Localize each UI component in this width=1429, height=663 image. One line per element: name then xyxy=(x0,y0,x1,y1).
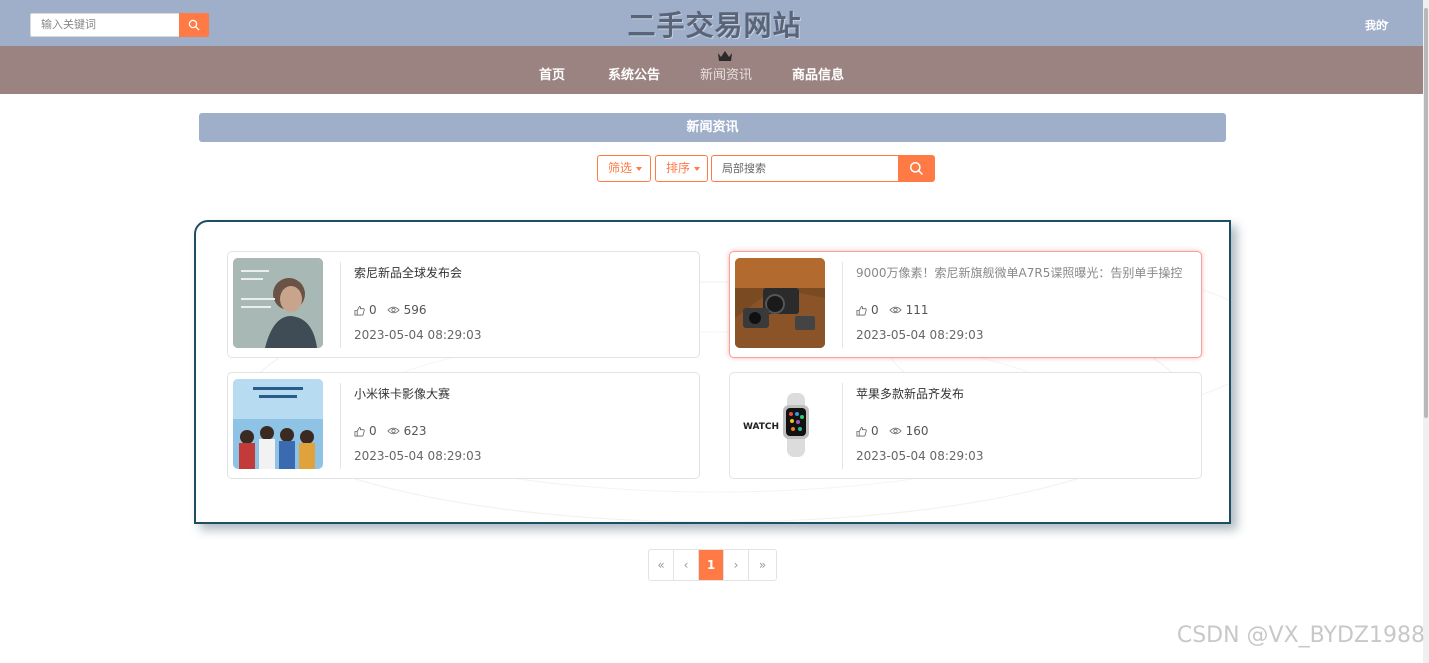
nav-item-home[interactable]: 首页 xyxy=(539,64,565,83)
scrollbar-thumb[interactable] xyxy=(1424,8,1428,418)
view-count: 111 xyxy=(905,303,929,317)
sort-dropdown[interactable]: 排序 xyxy=(655,155,708,182)
like-count: 0 xyxy=(871,303,879,317)
pagination: « ‹ 1 › » xyxy=(648,549,777,581)
nav-item-news[interactable]: 新闻资讯 xyxy=(700,64,752,83)
eye-icon xyxy=(386,426,400,436)
local-search-input[interactable]: 局部搜索 xyxy=(711,155,899,182)
thumbs-up-icon xyxy=(856,305,867,316)
news-thumbnail: WATCH xyxy=(735,379,825,469)
news-stats: 0 160 xyxy=(856,424,939,438)
filter-dropdown[interactable]: 筛选 xyxy=(597,155,651,182)
eye-icon xyxy=(386,305,400,315)
view-count: 160 xyxy=(905,424,929,438)
news-date: 2023-05-04 08:29:03 xyxy=(856,328,984,342)
news-stats: 0 596 xyxy=(354,303,437,317)
eye-icon xyxy=(888,305,902,315)
news-thumbnail xyxy=(233,258,323,348)
thumbs-up-icon xyxy=(856,426,867,437)
search-icon xyxy=(909,161,924,176)
user-menu[interactable]: 我的 xyxy=(1365,17,1387,33)
news-card[interactable]: 索尼新品全球发布会 0 596 2023-05-04 08:29:03 xyxy=(227,251,700,358)
like-count: 0 xyxy=(871,424,879,438)
card-divider xyxy=(340,262,341,348)
main-nav: 首页 系统公告 新闻资讯 商品信息 xyxy=(0,46,1429,94)
site-title: 二手交易网站 xyxy=(627,9,802,42)
eye-icon xyxy=(888,426,902,436)
current-page-button[interactable]: 1 xyxy=(699,550,724,580)
page-scrollbar[interactable] xyxy=(1423,0,1429,663)
news-title[interactable]: 苹果多款新品齐发布 xyxy=(856,385,964,402)
news-title[interactable]: 小米徕卡影像大赛 xyxy=(354,385,450,402)
first-page-button[interactable]: « xyxy=(649,550,674,580)
news-stats: 0 623 xyxy=(354,424,437,438)
like-count: 0 xyxy=(369,424,377,438)
news-card[interactable]: WATCH 苹果多款新品齐发布 0 160 2023-05-04 08:29:0… xyxy=(729,372,1202,479)
caret-down-icon xyxy=(636,166,643,171)
caret-down-icon xyxy=(694,166,701,171)
news-date: 2023-05-04 08:29:03 xyxy=(354,328,482,342)
news-card[interactable]: 9000万像素！索尼新旗舰微单A7R5谍照曝光：告别单手操控 0 111 202… xyxy=(729,251,1202,358)
news-thumbnail xyxy=(735,258,825,348)
news-stats: 0 111 xyxy=(856,303,939,317)
like-count: 0 xyxy=(369,303,377,317)
filter-label: 筛选 xyxy=(608,161,633,175)
top-bar: 输入关键词 二手交易网站 我的 xyxy=(0,0,1429,46)
news-thumbnail xyxy=(233,379,323,469)
card-divider xyxy=(842,262,843,348)
local-search-button[interactable] xyxy=(898,155,935,182)
watermark-text: CSDN @VX_BYDZ1988 xyxy=(1176,623,1425,648)
next-page-button[interactable]: › xyxy=(724,550,749,580)
chevron-down-icon xyxy=(1383,22,1389,25)
nav-item-products[interactable]: 商品信息 xyxy=(792,64,844,83)
news-title[interactable]: 9000万像素！索尼新旗舰微单A7R5谍照曝光：告别单手操控 xyxy=(856,264,1182,281)
prev-page-button[interactable]: ‹ xyxy=(674,550,699,580)
news-title[interactable]: 索尼新品全球发布会 xyxy=(354,264,462,281)
news-list-panel: 索尼新品全球发布会 0 596 2023-05-04 08:29:03 9000… xyxy=(194,220,1231,524)
watch-brand-text: WATCH xyxy=(743,422,779,432)
nav-item-announcements[interactable]: 系统公告 xyxy=(608,64,660,83)
last-page-button[interactable]: » xyxy=(749,550,776,580)
view-count: 596 xyxy=(403,303,427,317)
view-count: 623 xyxy=(403,424,427,438)
news-card[interactable]: 小米徕卡影像大赛 0 623 2023-05-04 08:29:03 xyxy=(227,372,700,479)
thumbs-up-icon xyxy=(354,305,365,316)
crown-icon xyxy=(718,51,732,61)
news-date: 2023-05-04 08:29:03 xyxy=(354,449,482,463)
thumbs-up-icon xyxy=(354,426,365,437)
news-date: 2023-05-04 08:29:03 xyxy=(856,449,984,463)
sort-label: 排序 xyxy=(666,161,691,175)
section-title-bar: 新闻资讯 xyxy=(199,113,1226,142)
card-divider xyxy=(340,383,341,469)
card-divider xyxy=(842,383,843,469)
